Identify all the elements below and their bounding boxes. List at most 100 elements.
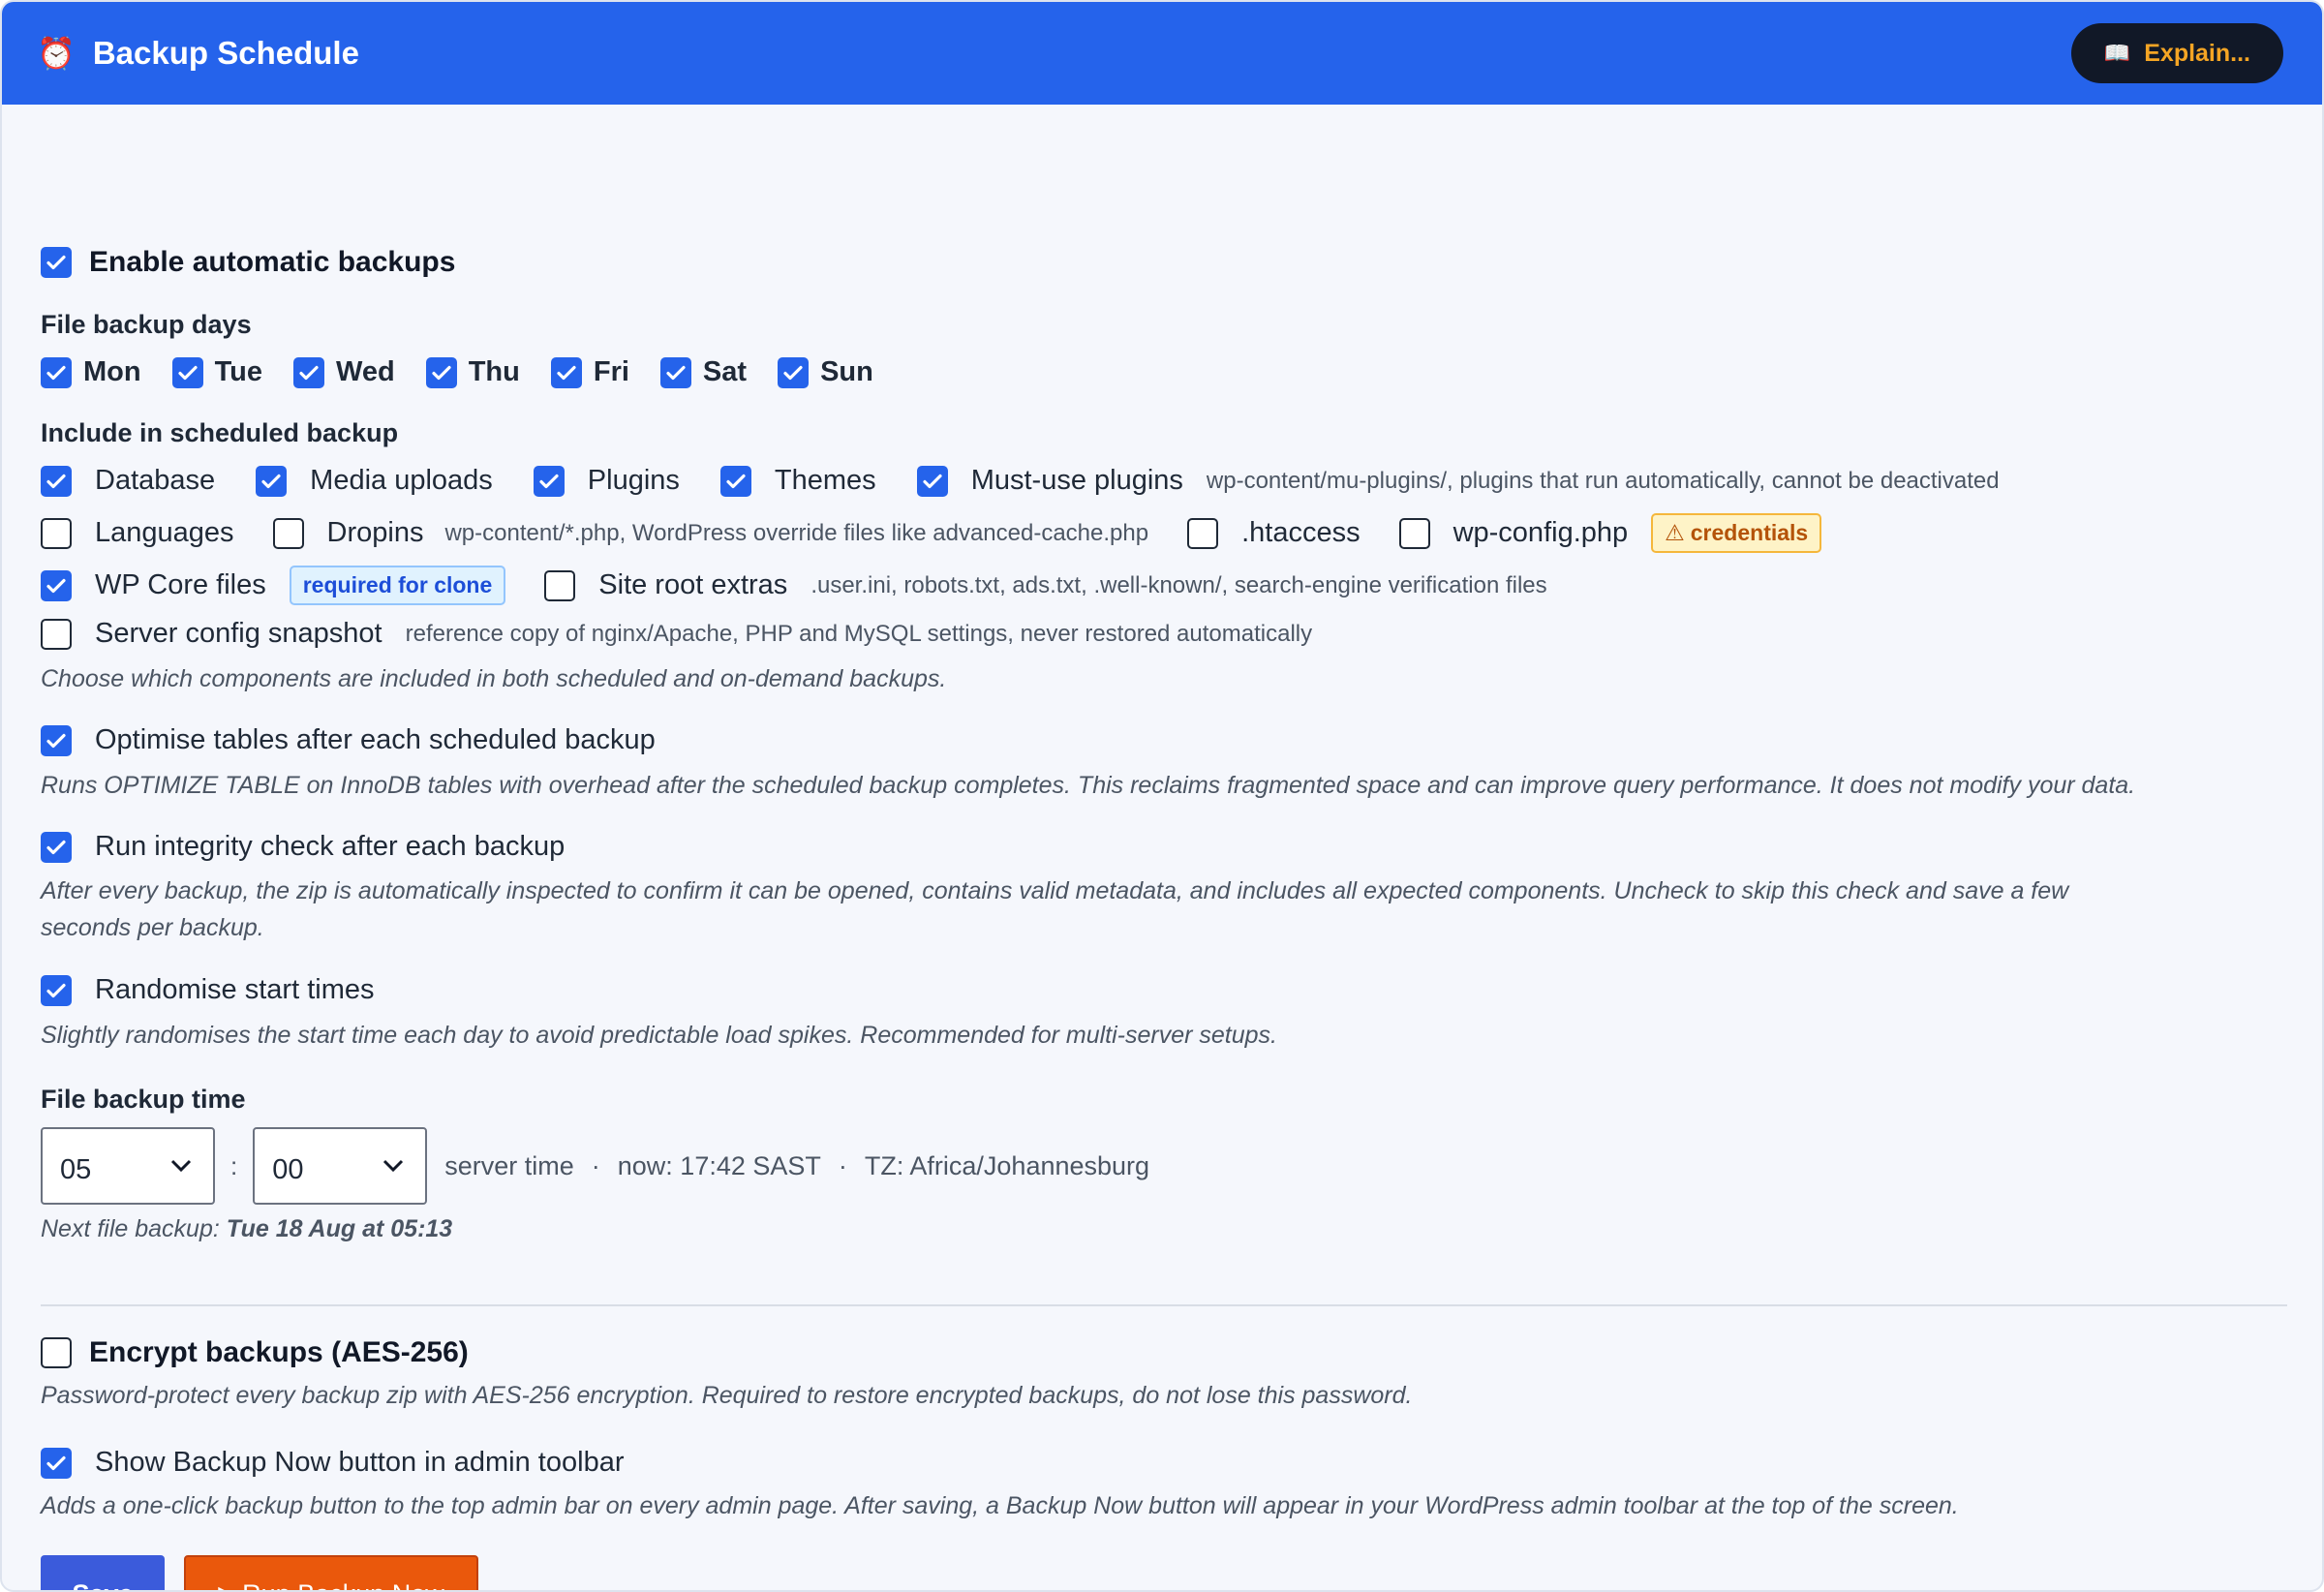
integrity-help-line-1: After every backup, the zip is automatic… — [41, 877, 2069, 904]
optimise-row: Optimise tables after each scheduled bac… — [41, 724, 656, 756]
server-config-label: Server config snapshot — [95, 618, 382, 649]
wp-config-checkbox[interactable] — [1398, 517, 1430, 549]
include-row-2: Languages Dropins wp-content/*.php, Word… — [41, 513, 1822, 553]
day-fri-checkbox[interactable] — [550, 356, 582, 388]
languages-checkbox[interactable] — [41, 517, 72, 549]
day-tue-checkbox[interactable] — [171, 356, 203, 388]
languages-label: Languages — [95, 517, 234, 548]
themes-checkbox[interactable] — [719, 465, 751, 497]
warning-icon: ⚠ — [1665, 520, 1685, 545]
day-label: Wed — [336, 356, 395, 387]
time-row: 05 : 00 server time · now: 17:42 SAST · … — [41, 1127, 1149, 1205]
check-icon — [177, 365, 198, 380]
check-icon — [261, 474, 281, 488]
save-label: Save — [72, 1579, 133, 1591]
randomise-checkbox[interactable] — [41, 974, 72, 1006]
site-root-label: Site root extras — [598, 569, 788, 600]
enable-backups-checkbox[interactable] — [41, 247, 72, 278]
htaccess-label: .htaccess — [1241, 517, 1361, 548]
database-label: Database — [95, 465, 216, 496]
check-icon — [46, 365, 66, 380]
check-icon — [46, 474, 66, 488]
save-button[interactable]: Save — [41, 1555, 165, 1591]
toolbar-checkbox[interactable] — [41, 1447, 72, 1479]
hour-value: 05 — [60, 1153, 92, 1185]
day-fri[interactable]: Fri — [550, 356, 629, 388]
backup-schedule-panel: ⏰ Backup Schedule 📖 Explain... Enable au… — [0, 0, 2324, 1592]
plugins-checkbox[interactable] — [533, 465, 565, 497]
day-wed-checkbox[interactable] — [293, 356, 324, 388]
dropins-checkbox[interactable] — [272, 517, 304, 549]
toolbar-help: Adds a one-click backup button to the to… — [41, 1492, 1959, 1519]
page-title: Backup Schedule — [92, 35, 359, 71]
check-icon — [46, 840, 66, 854]
database-checkbox[interactable] — [41, 465, 72, 497]
time-dot-1: · — [591, 1150, 600, 1180]
wp-core-checkbox[interactable] — [41, 569, 72, 601]
timezone: TZ: Africa/Johannesburg — [864, 1150, 1150, 1180]
next-backup-value: Tue 18 Aug at 05:13 — [226, 1215, 453, 1242]
minute-select[interactable]: 00 — [253, 1127, 428, 1205]
server-config-checkbox[interactable] — [41, 618, 72, 650]
encrypt-label: Encrypt backups (AES-256) — [89, 1336, 469, 1368]
days-row: Mon Tue Wed Thu Fri Sat Sun — [41, 356, 873, 388]
day-label: Tue — [214, 356, 262, 387]
day-wed[interactable]: Wed — [293, 356, 395, 388]
check-icon — [557, 365, 576, 380]
site-root-hint: .user.ini, robots.txt, ads.txt, .well-kn… — [810, 571, 1547, 598]
media-uploads-checkbox[interactable] — [256, 465, 288, 497]
file-backup-time-label: File backup time — [41, 1085, 246, 1114]
check-icon — [46, 255, 66, 270]
optimise-label: Optimise tables after each scheduled bac… — [95, 724, 656, 755]
optimise-checkbox[interactable] — [41, 724, 72, 756]
day-thu[interactable]: Thu — [425, 356, 520, 388]
time-dot-2: · — [838, 1150, 847, 1180]
integrity-row: Run integrity check after each backup — [41, 831, 565, 863]
plugins-label: Plugins — [587, 465, 680, 496]
integrity-label: Run integrity check after each backup — [95, 831, 566, 862]
dropins-hint: wp-content/*.php, WordPress override fil… — [444, 519, 1149, 546]
mu-plugins-checkbox[interactable] — [916, 465, 948, 497]
check-icon — [432, 365, 451, 380]
required-for-clone-badge: required for clone — [289, 566, 506, 605]
hour-select[interactable]: 05 — [41, 1127, 215, 1205]
randomise-label: Randomise start times — [95, 974, 375, 1005]
randomise-help: Slightly randomises the start time each … — [41, 1022, 1277, 1049]
mu-plugins-hint: wp-content/mu-plugins/, plugins that run… — [1206, 467, 2000, 494]
day-sun-checkbox[interactable] — [778, 356, 810, 388]
day-label: Fri — [593, 356, 629, 387]
alarm-clock-icon: ⏰ — [37, 36, 76, 71]
check-icon — [923, 474, 942, 488]
header-title-group: ⏰ Backup Schedule — [37, 35, 359, 72]
day-sun[interactable]: Sun — [778, 356, 873, 388]
actions-row: Save ▶ Run Backup Now — [41, 1555, 478, 1591]
play-icon: ▶ — [218, 1581, 234, 1590]
server-config-hint: reference copy of nginx/Apache, PHP and … — [405, 620, 1313, 647]
day-thu-checkbox[interactable] — [425, 356, 457, 388]
site-root-checkbox[interactable] — [544, 569, 576, 601]
day-tue[interactable]: Tue — [171, 356, 262, 388]
server-time-label: server time — [444, 1150, 574, 1180]
htaccess-checkbox[interactable] — [1187, 517, 1219, 549]
randomise-row: Randomise start times — [41, 974, 375, 1006]
include-label: Include in scheduled backup — [41, 418, 399, 447]
enable-backups-row: Enable automatic backups — [41, 246, 455, 279]
day-mon-checkbox[interactable] — [41, 356, 72, 388]
time-separator: : — [230, 1150, 238, 1180]
section-divider — [41, 1304, 2287, 1306]
day-sat-checkbox[interactable] — [659, 356, 691, 388]
explain-button[interactable]: 📖 Explain... — [2070, 23, 2283, 83]
themes-label: Themes — [774, 465, 876, 496]
next-backup: Next file backup: Tue 18 Aug at 05:13 — [41, 1210, 452, 1247]
check-icon — [539, 474, 559, 488]
run-backup-button[interactable]: ▶ Run Backup Now — [184, 1555, 478, 1590]
wp-core-label: WP Core files — [95, 569, 266, 600]
integrity-checkbox[interactable] — [41, 831, 72, 863]
day-mon[interactable]: Mon — [41, 356, 141, 388]
day-sat[interactable]: Sat — [659, 356, 747, 388]
panel-header: ⏰ Backup Schedule 📖 Explain... — [2, 2, 2322, 105]
check-icon — [783, 365, 803, 380]
encrypt-checkbox[interactable] — [41, 1337, 72, 1368]
book-icon: 📖 — [2103, 41, 2131, 65]
mu-plugins-label: Must-use plugins — [970, 465, 1183, 496]
